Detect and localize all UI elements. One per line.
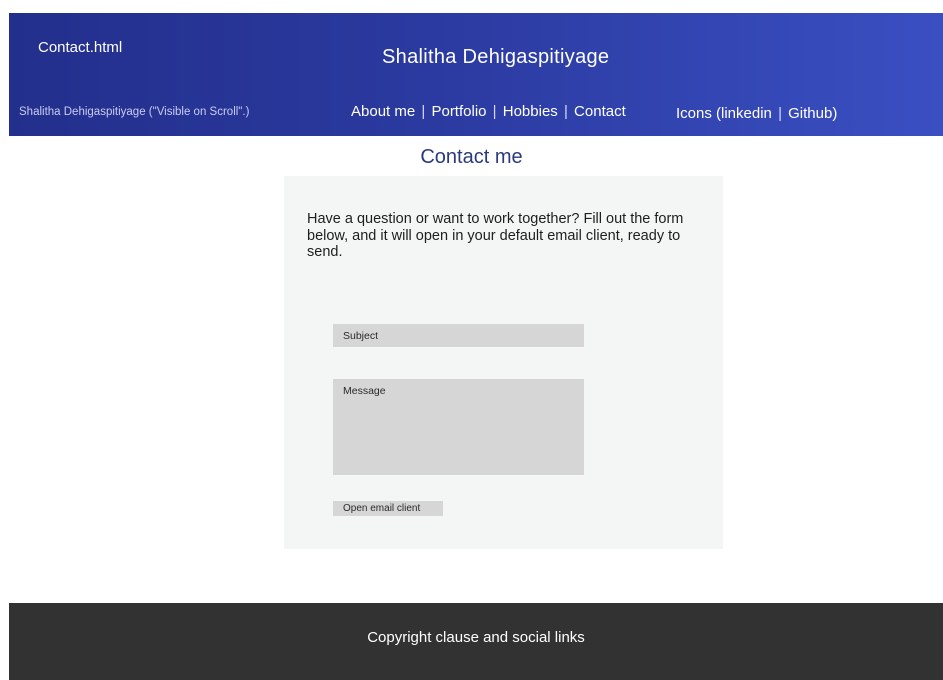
- scroll-name-label: Shalitha Dehigaspitiyage ("Visible on Sc…: [19, 106, 250, 118]
- page-heading: Contact me: [420, 146, 523, 168]
- page: Contact.html Shalitha Dehigaspitiyage Sh…: [0, 0, 943, 680]
- nav-separator: |: [421, 103, 426, 120]
- site-header: Contact.html Shalitha Dehigaspitiyage Sh…: [9, 13, 943, 136]
- file-label: Contact.html: [38, 39, 123, 56]
- site-title[interactable]: Shalitha Dehigaspitiyage: [382, 46, 609, 69]
- contact-intro: Have a question or want to work together…: [307, 211, 684, 260]
- github-link[interactable]: Github: [788, 105, 832, 122]
- footer-text: Copyright clause and social links: [367, 629, 585, 646]
- nav-portfolio-link[interactable]: Portfolio: [431, 103, 486, 120]
- icons-suffix: ): [832, 105, 838, 122]
- icons-separator: |: [778, 105, 782, 122]
- message-textarea[interactable]: [333, 379, 584, 475]
- subject-input[interactable]: [333, 324, 584, 347]
- nav-separator: |: [492, 103, 497, 120]
- open-email-client-button[interactable]: Open email client: [333, 501, 443, 516]
- site-footer: Copyright clause and social links: [9, 603, 943, 680]
- main-nav: About me | Portfolio | Hobbies | Contact: [351, 103, 626, 120]
- nav-hobbies-link[interactable]: Hobbies: [503, 103, 558, 120]
- nav-about-link[interactable]: About me: [351, 103, 415, 120]
- nav-separator: |: [563, 103, 568, 120]
- contact-card: Have a question or want to work together…: [284, 176, 723, 549]
- icons-prefix: Icons (: [676, 105, 722, 122]
- social-icons: Icons (linkedin | Github): [676, 105, 837, 122]
- linkedin-link[interactable]: linkedin: [721, 105, 772, 122]
- nav-contact-link[interactable]: Contact: [574, 103, 626, 120]
